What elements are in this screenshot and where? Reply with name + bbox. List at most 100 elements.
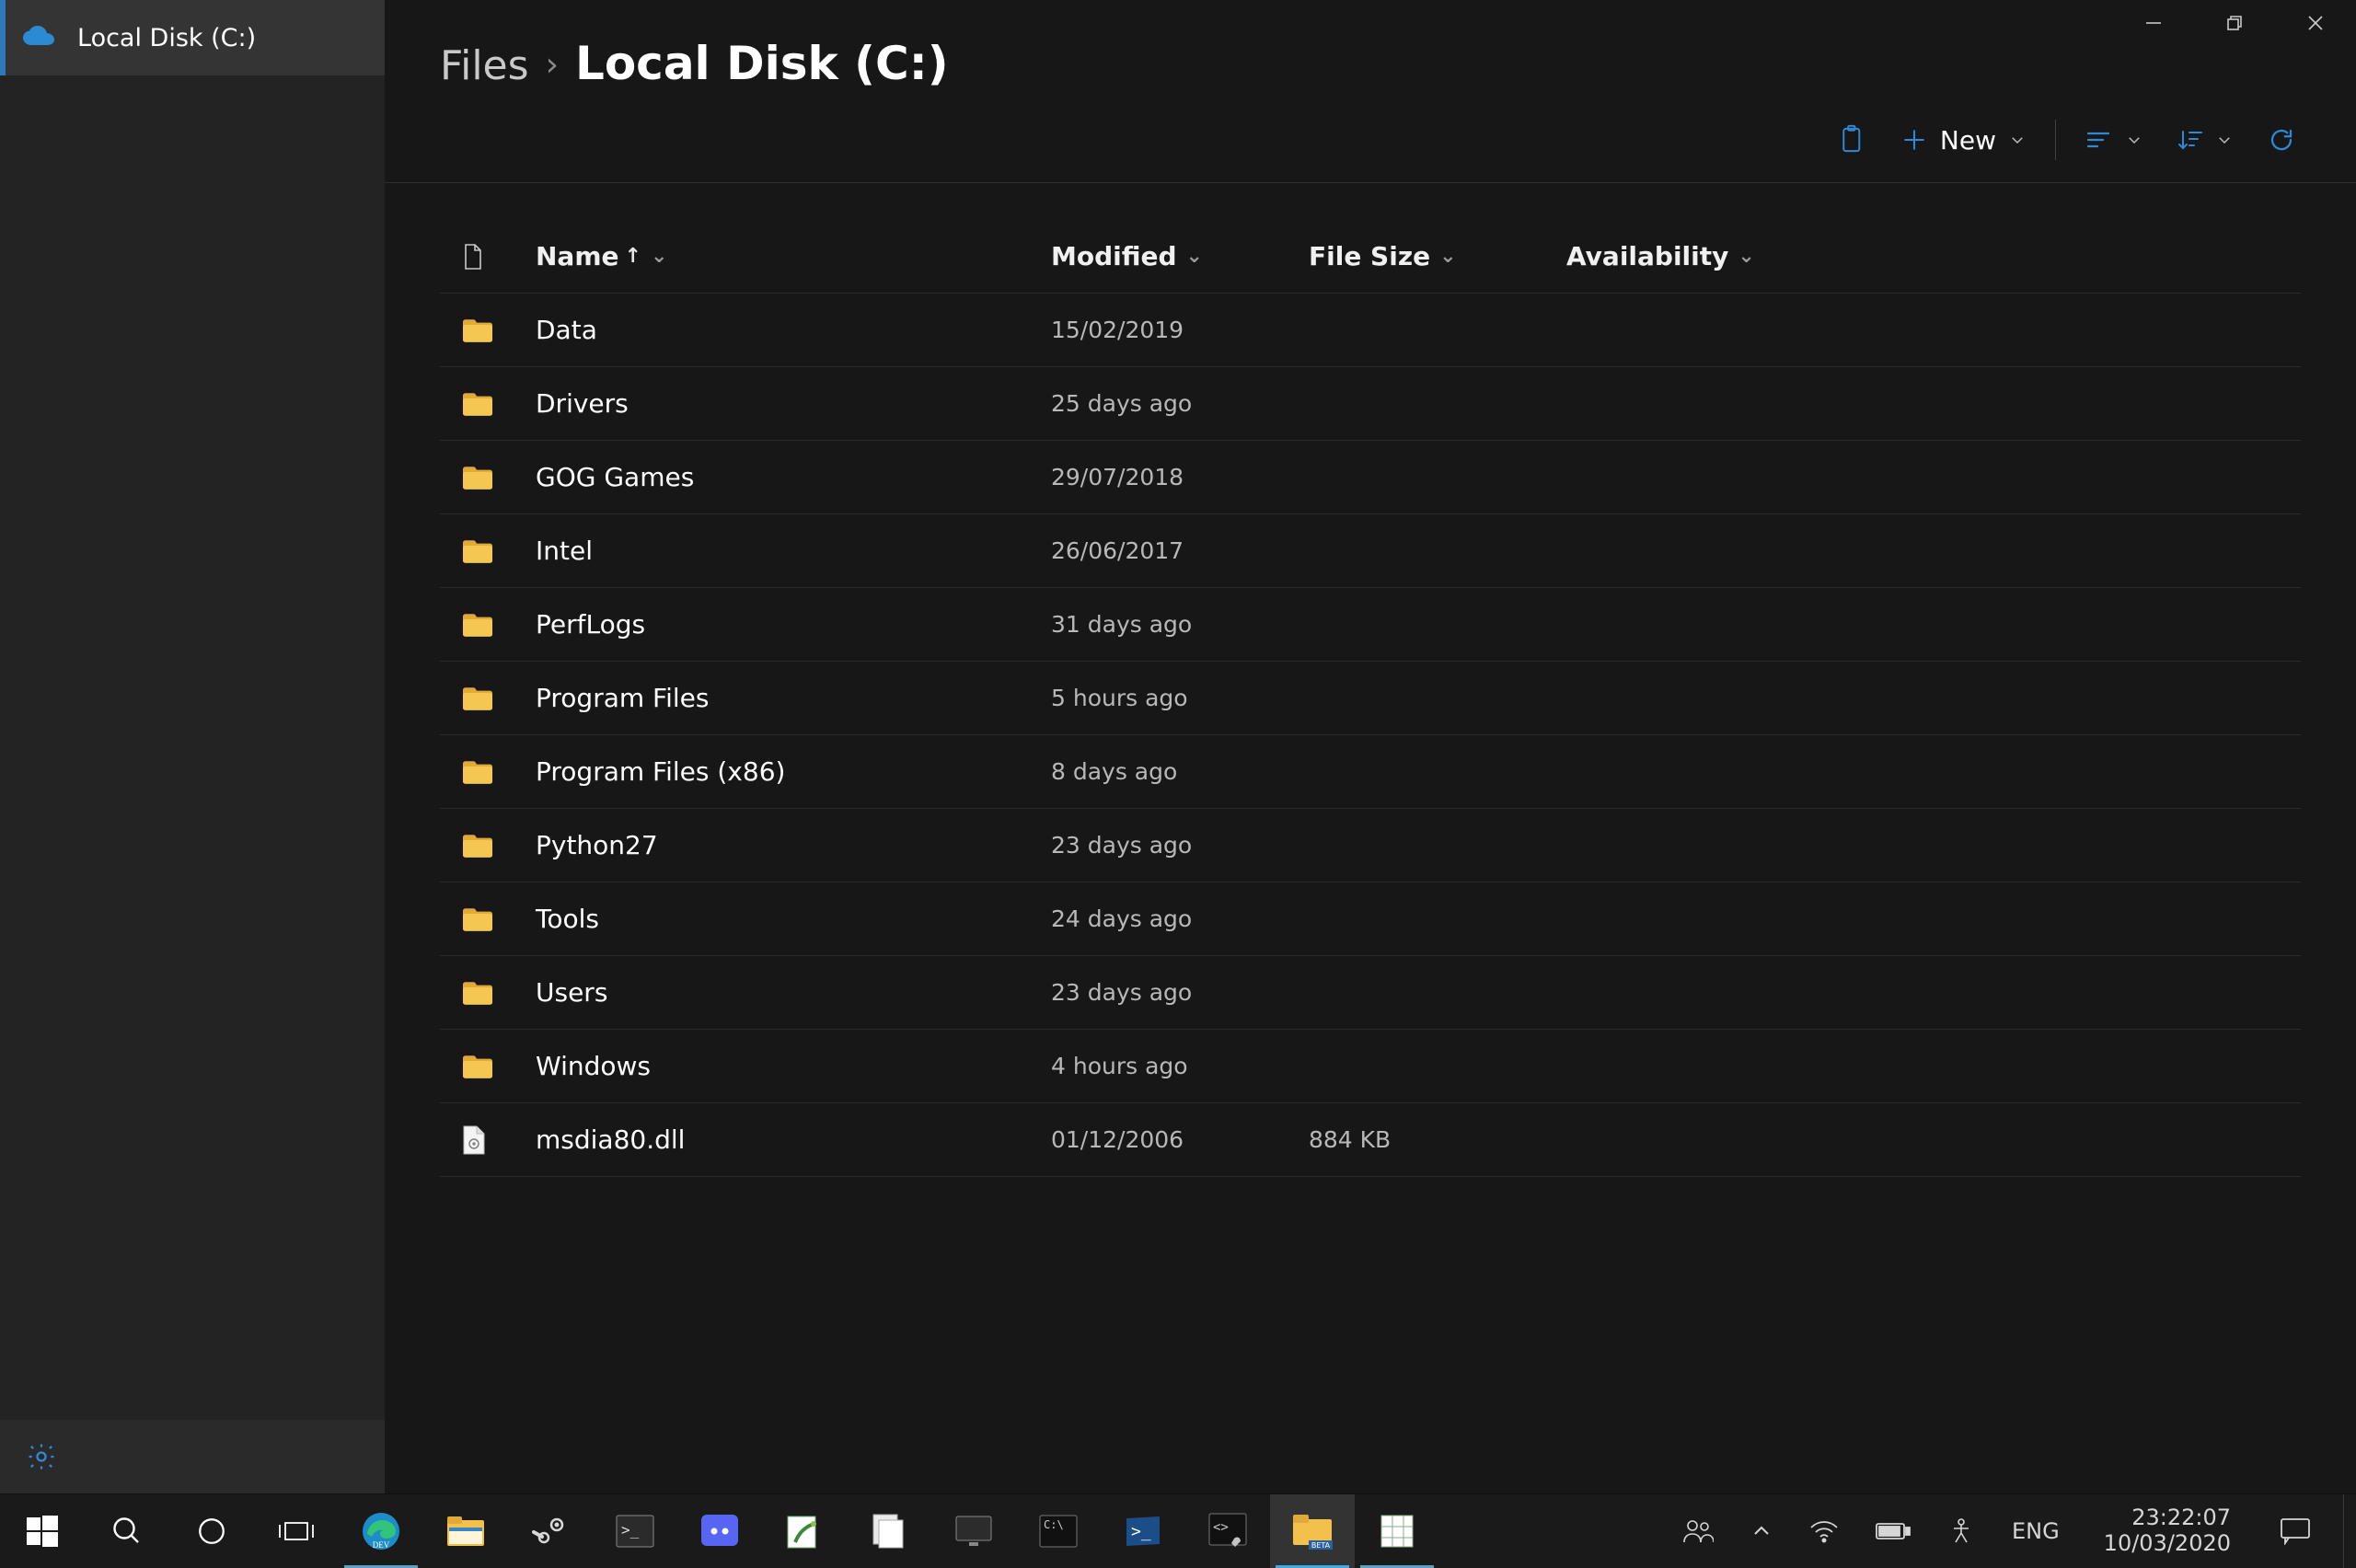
breadcrumb-root[interactable]: Files (440, 42, 529, 89)
people-button[interactable] (1673, 1494, 1723, 1568)
accessibility-icon[interactable] (1938, 1494, 1984, 1568)
task-view-button[interactable] (254, 1494, 339, 1568)
show-desktop-button[interactable] (2343, 1494, 2352, 1568)
paste-button[interactable] (1833, 118, 1872, 162)
table-row[interactable]: GOG Games29/07/2018 (440, 441, 2301, 514)
list-item-modified: 23 days ago (1051, 979, 1309, 1006)
svg-text:<>: <> (1213, 1520, 1229, 1535)
list-item-name: Python27 (536, 830, 1051, 860)
table-row[interactable]: Python2723 days ago (440, 809, 2301, 882)
clock[interactable]: 23:22:07 10/03/2020 (2087, 1494, 2247, 1568)
discord-icon (699, 1511, 740, 1551)
file-icon (462, 1125, 536, 1155)
taskbar-left: DEV >_ (0, 1494, 1439, 1568)
taskbar-app-edge[interactable]: DEV (339, 1494, 423, 1568)
search-button[interactable] (85, 1494, 169, 1568)
column-header-modified[interactable]: Modified ⌄ (1051, 241, 1309, 271)
documents-icon (869, 1511, 909, 1551)
clock-time: 23:22:07 (2104, 1505, 2231, 1531)
table-row[interactable]: Data15/02/2019 (440, 294, 2301, 367)
file-explorer-icon (445, 1511, 486, 1551)
folder-icon (462, 1054, 536, 1079)
cmd-icon: C:\ (1038, 1511, 1079, 1551)
list-item-modified: 5 hours ago (1051, 685, 1309, 711)
start-button[interactable] (0, 1494, 85, 1568)
new-button-label: New (1940, 125, 1996, 156)
taskbar-app-file-explorer[interactable] (423, 1494, 508, 1568)
table-row[interactable]: Program Files (x86)8 days ago (440, 735, 2301, 809)
table-row[interactable]: PerfLogs31 days ago (440, 588, 2301, 662)
taskbar-app-steam[interactable] (508, 1494, 593, 1568)
column-header-file-size[interactable]: File Size ⌄ (1309, 241, 1566, 271)
spreadsheet-icon (1377, 1511, 1417, 1551)
cortana-button[interactable] (169, 1494, 254, 1568)
chevron-down-icon: ⌄ (1738, 245, 1754, 268)
list-item-modified: 8 days ago (1051, 758, 1309, 785)
taskbar-app-spreadsheet[interactable] (1355, 1494, 1439, 1568)
chevron-down-icon (2009, 132, 2026, 148)
list-item-name: Windows (536, 1051, 1051, 1081)
settings-icon[interactable] (26, 1441, 57, 1472)
table-row[interactable]: Users23 days ago (440, 956, 2301, 1030)
toolbar-separator (2055, 120, 2056, 160)
breadcrumb: Files › Local Disk (C:) (440, 37, 2301, 90)
onedrive-icon (20, 25, 57, 51)
steam-icon (530, 1511, 571, 1551)
taskbar-app-files-beta[interactable]: BETA (1270, 1494, 1355, 1568)
folder-icon (462, 686, 536, 711)
titlebar (2113, 0, 2356, 46)
list-item-name: Drivers (536, 388, 1051, 419)
column-header-type[interactable] (462, 243, 536, 271)
sidebar-item-local-disk-c[interactable]: Local Disk (C:) (0, 0, 385, 75)
table-row[interactable]: Program Files5 hours ago (440, 662, 2301, 735)
chevron-down-icon (2126, 132, 2142, 148)
powershell-icon: >_ (1123, 1511, 1163, 1551)
taskbar-app-explorer-files[interactable] (847, 1494, 931, 1568)
taskbar-app-terminal-1[interactable]: >_ (593, 1494, 677, 1568)
view-button[interactable] (2080, 118, 2148, 162)
close-button[interactable] (2275, 0, 2356, 46)
battery-icon[interactable] (1866, 1494, 1920, 1568)
list-item-name: Program Files (536, 683, 1051, 713)
table-row[interactable]: Drivers25 days ago (440, 367, 2301, 441)
taskbar: DEV >_ (0, 1494, 2356, 1568)
table-row[interactable]: Intel26/06/2017 (440, 514, 2301, 588)
svg-text:>_: >_ (621, 1521, 640, 1539)
list-item-modified: 4 hours ago (1051, 1053, 1309, 1079)
folder-icon (462, 906, 536, 932)
minimize-button[interactable] (2113, 0, 2194, 46)
folder-icon (462, 759, 536, 785)
maximize-button[interactable] (2194, 0, 2275, 46)
action-center-button[interactable] (2266, 1494, 2325, 1568)
list-item-name: Intel (536, 536, 1051, 566)
new-button[interactable]: New (1896, 118, 2031, 162)
column-header-name-label: Name (536, 241, 619, 271)
list-item-name: Data (536, 315, 1051, 345)
folder-icon (462, 391, 536, 417)
column-header-availability[interactable]: Availability ⌄ (1566, 241, 2301, 271)
taskbar-app-discord[interactable] (677, 1494, 762, 1568)
files-app-window: Local Disk (C:) (0, 0, 2356, 1493)
breadcrumb-current[interactable]: Local Disk (C:) (575, 37, 949, 90)
taskbar-app-monitor[interactable] (931, 1494, 1016, 1568)
header-divider (385, 182, 2356, 183)
toolbar: New (385, 98, 2356, 182)
table-row[interactable]: Tools24 days ago (440, 882, 2301, 956)
taskbar-app-cmd[interactable]: C:\ (1016, 1494, 1101, 1568)
tray-expand-button[interactable] (1741, 1494, 1782, 1568)
taskbar-app-notepad-plus[interactable] (762, 1494, 847, 1568)
sort-button[interactable] (2172, 118, 2238, 162)
list-item-modified: 26/06/2017 (1051, 537, 1309, 564)
taskbar-app-powershell[interactable]: >_ (1101, 1494, 1185, 1568)
table-row[interactable]: msdia80.dll01/12/2006884 KB (440, 1103, 2301, 1177)
svg-text:DEV: DEV (373, 1540, 390, 1550)
chevron-down-icon: ⌄ (1439, 245, 1456, 268)
column-header-name[interactable]: Name ↑ ⌄ (536, 241, 1051, 271)
refresh-button[interactable] (2262, 118, 2301, 162)
taskbar-app-dev-tools[interactable]: <> (1185, 1494, 1270, 1568)
language-indicator[interactable]: ENG (2003, 1494, 2069, 1568)
list-item-name: GOG Games (536, 462, 1051, 492)
wifi-icon[interactable] (1800, 1494, 1848, 1568)
clock-date: 10/03/2020 (2104, 1531, 2231, 1557)
table-row[interactable]: Windows4 hours ago (440, 1030, 2301, 1103)
